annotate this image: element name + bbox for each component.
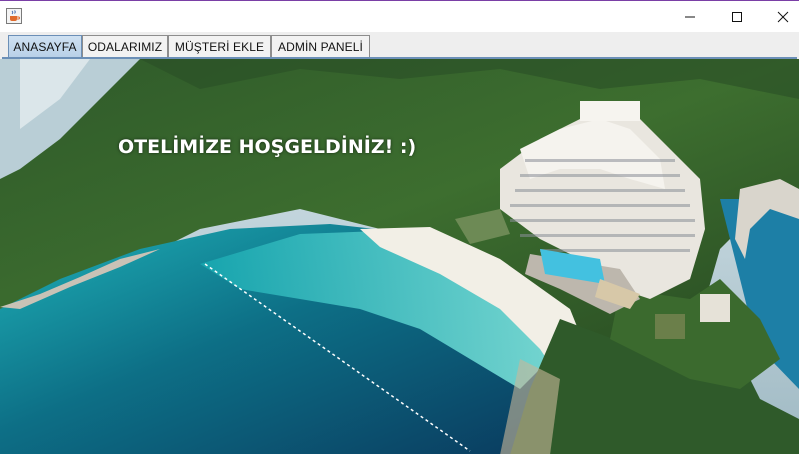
close-icon bbox=[777, 11, 789, 22]
tab-odalarimiz[interactable]: ODALARIMIZ bbox=[82, 35, 168, 57]
maximize-icon bbox=[732, 11, 742, 22]
minimize-button[interactable] bbox=[667, 1, 713, 32]
maximize-button[interactable] bbox=[714, 1, 760, 32]
tab-musteri-ekle[interactable]: MÜŞTERİ EKLE bbox=[168, 35, 271, 57]
tab-anasayfa[interactable]: ANASAYFA bbox=[8, 35, 82, 57]
home-panel: OTELİMİZE HOŞGELDİNİZ! :) bbox=[0, 59, 799, 454]
close-button[interactable] bbox=[760, 1, 799, 32]
title-bar[interactable] bbox=[0, 1, 799, 32]
java-cup-icon[interactable] bbox=[6, 8, 22, 24]
app-window: ANASAYFA ODALARIMIZ MÜŞTERİ EKLE ADMİN P… bbox=[0, 0, 799, 454]
welcome-heading: OTELİMİZE HOŞGELDİNİZ! :) bbox=[118, 136, 417, 158]
minimize-icon bbox=[685, 16, 695, 17]
tab-strip: ANASAYFA ODALARIMIZ MÜŞTERİ EKLE ADMİN P… bbox=[0, 32, 799, 59]
tab-admin-paneli[interactable]: ADMİN PANELİ bbox=[271, 35, 370, 57]
hotel-aerial-photo bbox=[0, 59, 799, 454]
